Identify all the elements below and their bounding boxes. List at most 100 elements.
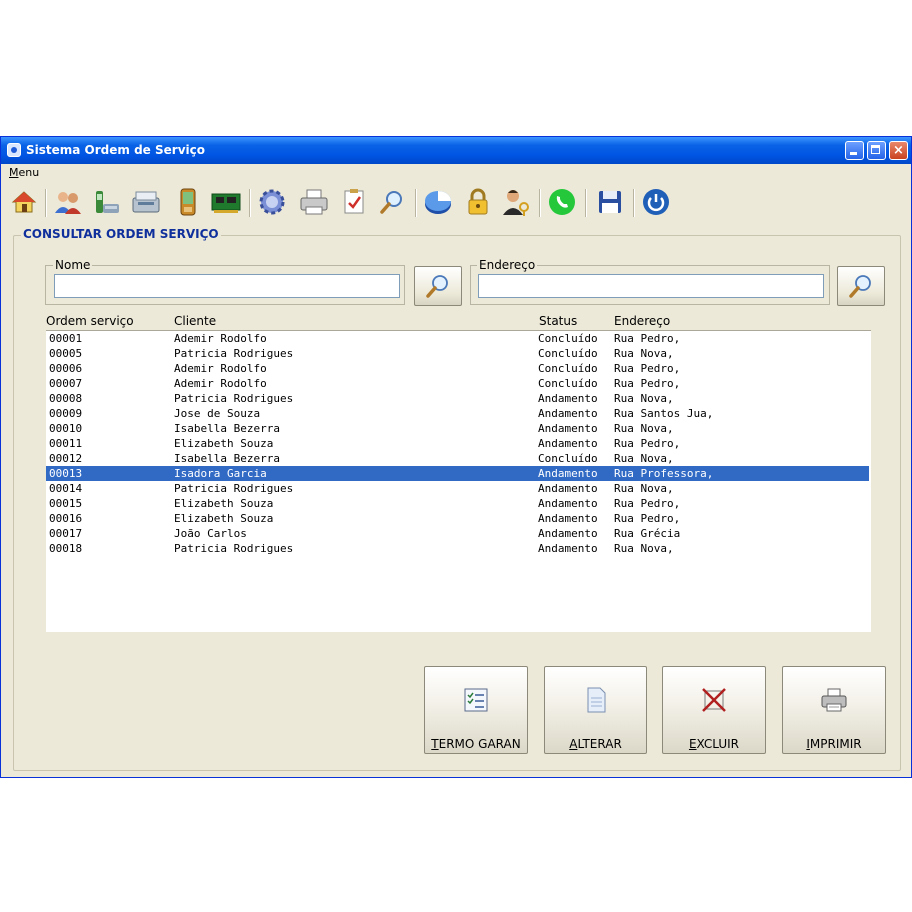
column-header-status[interactable]: Status (539, 314, 577, 328)
cell-endereco: Rua Grécia (614, 527, 681, 540)
minimize-button[interactable] (845, 141, 864, 160)
nome-input[interactable] (54, 274, 400, 298)
cell-status: Andamento (538, 437, 598, 450)
cell-cliente: Patricia Rodrigues (174, 482, 294, 495)
maximize-button[interactable] (867, 141, 886, 160)
cell-status: Concluído (538, 347, 598, 360)
excluir-button[interactable]: EXCLUIR (662, 666, 766, 754)
whatsapp-icon[interactable] (545, 185, 579, 219)
cell-status: Andamento (538, 497, 598, 510)
cell-ordem: 00005 (49, 347, 83, 360)
close-icon: × (893, 143, 904, 158)
home-icon[interactable] (7, 185, 41, 219)
cell-cliente: Ademir Rodolfo (174, 362, 267, 375)
cell-ordem: 00018 (49, 542, 83, 555)
printer-icon[interactable] (297, 185, 331, 219)
printer-icon (819, 685, 849, 715)
table-row[interactable]: 00008 Patricia Rodrigues Andamento Rua Nova… (46, 391, 869, 406)
cell-endereco: Rua Pedro, (614, 377, 681, 390)
padlock-icon[interactable] (461, 185, 495, 219)
checklist-icon (461, 685, 491, 715)
scanner-icon[interactable] (129, 185, 163, 219)
delete-icon (699, 685, 729, 715)
table-row[interactable]: 00005 Patricia Rodrigues Concluído Rua Nova… (46, 346, 869, 361)
column-header-cliente[interactable]: Cliente (174, 314, 216, 328)
toolbar (5, 185, 905, 221)
table-row[interactable]: 00017 João Carlos Andamento Rua Grécia (46, 526, 869, 541)
table-row[interactable]: 00006 Ademir Rodolfo Concluído Rua Pedro, (46, 361, 869, 376)
app-icon[interactable] (7, 143, 21, 157)
cell-cliente: João Carlos (174, 527, 247, 540)
imprimir-button[interactable]: IMPRIMIR (782, 666, 886, 754)
cell-endereco: Rua Nova, (614, 452, 674, 465)
magnifier-icon (849, 275, 871, 298)
cell-status: Andamento (538, 392, 598, 405)
cell-status: Concluído (538, 377, 598, 390)
cell-ordem: 00008 (49, 392, 83, 405)
table-row[interactable]: 00007 Ademir Rodolfo Concluído Rua Pedro, (46, 376, 869, 391)
cell-status: Andamento (538, 527, 598, 540)
alterar-button[interactable]: ALTERAR (544, 666, 647, 754)
table-row[interactable]: 00010 Isabella Bezerra Andamento Rua Nova, (46, 421, 869, 436)
table-row[interactable]: 00001 Ademir Rodolfo Concluído Rua Pedro, (46, 331, 869, 346)
cell-cliente: Patricia Rodrigues (174, 542, 294, 555)
user-key-icon[interactable] (499, 185, 533, 219)
excluir-label: EXCLUIR (688, 737, 740, 751)
cell-ordem: 00001 (49, 332, 83, 345)
column-header-ordem[interactable]: Ordem serviço (46, 314, 134, 328)
section-title: CONSULTAR ORDEM SERVIÇO (21, 227, 221, 241)
cell-ordem: 00013 (49, 467, 83, 480)
cell-status: Andamento (538, 512, 598, 525)
close-button[interactable]: × (889, 141, 908, 160)
table-row[interactable]: 00012 Isabella Bezerra Concluído Rua Nova, (46, 451, 869, 466)
table-row[interactable]: 00018 Patricia Rodrigues Andamento Rua Nova… (46, 541, 869, 556)
table-row[interactable]: 00011 Elizabeth Souza Andamento Rua Pedro, (46, 436, 869, 451)
search-nome-button[interactable] (414, 266, 462, 306)
cell-cliente: Elizabeth Souza (174, 497, 274, 510)
cell-cliente: Jose de Souza (174, 407, 261, 420)
orders-list[interactable]: 00001 Ademir Rodolfo Concluído Rua Pedro, 00… (46, 330, 871, 632)
endereco-input[interactable] (478, 274, 824, 298)
phone-device-icon[interactable] (89, 185, 123, 219)
title-bar[interactable]: Sistema Ordem de Serviço × (1, 137, 911, 164)
gear-icon[interactable] (255, 185, 289, 219)
cell-endereco: Rua Pedro, (614, 437, 681, 450)
column-header-endereco[interactable]: Endereço (614, 314, 670, 328)
cell-endereco: Rua Santos Jua, (614, 407, 714, 420)
table-row[interactable]: 00014 Patricia Rodrigues Andamento Rua Nova… (46, 481, 869, 496)
termo-garantia-button[interactable]: TERMO GARAN (424, 666, 528, 754)
cell-status: Concluído (538, 452, 598, 465)
search-endereco-button[interactable] (837, 266, 885, 306)
table-row[interactable]: 00016 Elizabeth Souza Andamento Rua Pedro, (46, 511, 869, 526)
power-icon[interactable] (639, 185, 673, 219)
cell-ordem: 00007 (49, 377, 83, 390)
cell-status: Andamento (538, 407, 598, 420)
cell-status: Andamento (538, 467, 598, 480)
cell-cliente: Elizabeth Souza (174, 437, 274, 450)
users-icon[interactable] (51, 185, 85, 219)
circuit-board-icon[interactable] (209, 185, 243, 219)
checklist-icon[interactable] (337, 185, 371, 219)
cell-ordem: 00016 (49, 512, 83, 525)
cell-endereco: Rua Nova, (614, 347, 674, 360)
alterar-label: ALTERAR (569, 737, 622, 751)
pie-chart-icon[interactable] (421, 185, 455, 219)
floppy-disk-icon[interactable] (593, 185, 627, 219)
cell-status: Concluído (538, 362, 598, 375)
cell-ordem: 00006 (49, 362, 83, 375)
cell-cliente: Isabella Bezerra (174, 452, 280, 465)
termo-garantia-label: TERMO GARAN (431, 737, 521, 751)
menu-item-menu[interactable]: Menu (9, 166, 39, 179)
cell-status: Andamento (538, 542, 598, 555)
mobile-device-icon[interactable] (171, 185, 205, 219)
table-row[interactable]: 00009 Jose de Souza Andamento Rua Santos Ju… (46, 406, 869, 421)
cell-status: Concluído (538, 332, 598, 345)
table-row[interactable]: 00015 Elizabeth Souza Andamento Rua Pedro, (46, 496, 869, 511)
cell-status: Andamento (538, 422, 598, 435)
cell-ordem: 00011 (49, 437, 83, 450)
cell-ordem: 00017 (49, 527, 83, 540)
cell-cliente: Elizabeth Souza (174, 512, 274, 525)
magnifier-icon[interactable] (375, 185, 409, 219)
cell-cliente: Isabella Bezerra (174, 422, 280, 435)
table-row[interactable]: 00013 Isadora Garcia Andamento Rua Professo… (46, 466, 869, 481)
